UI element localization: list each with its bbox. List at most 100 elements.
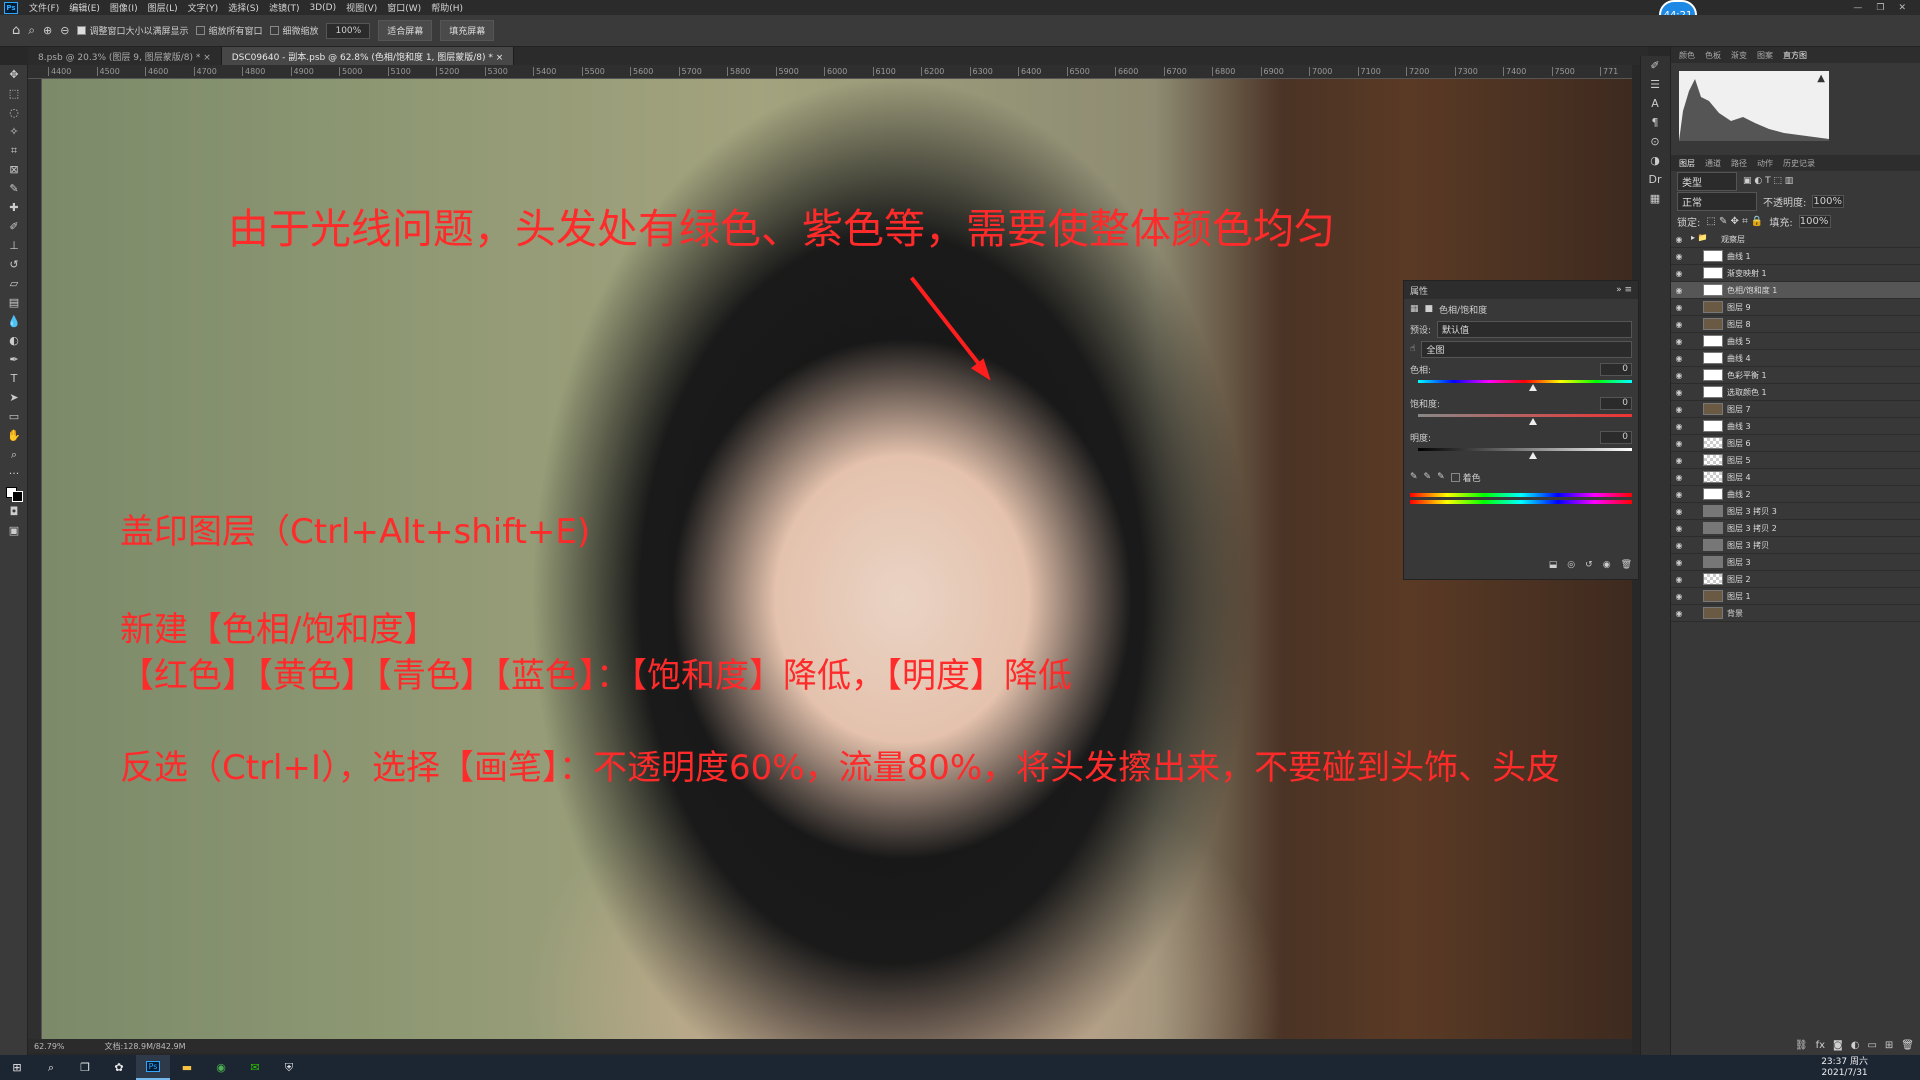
minimize-icon[interactable]: — — [1853, 3, 1862, 13]
tab-channels[interactable]: 通道 — [1705, 158, 1721, 169]
saturation-slider-thumb[interactable] — [1529, 418, 1537, 425]
new-layer-icon[interactable]: ⊞ — [1885, 1040, 1893, 1051]
layer-visibility-eye-icon[interactable]: ◉ — [1671, 337, 1687, 346]
layer-visibility-eye-icon[interactable]: ◉ — [1671, 439, 1687, 448]
menu-image[interactable]: 图像(I) — [105, 1, 143, 14]
adjust-sliders-icon[interactable]: ☰ — [1641, 75, 1669, 94]
tab-actions[interactable]: 动作 — [1757, 158, 1773, 169]
tab-swatches[interactable]: 色板 — [1705, 50, 1721, 61]
eyedropper-icon[interactable]: ✎ — [1410, 472, 1418, 482]
history-brush-tool-icon[interactable]: ↺ — [0, 255, 28, 274]
fx-icon[interactable]: fx — [1816, 1040, 1825, 1051]
delete-layer-icon[interactable]: 🗑 — [1901, 1040, 1914, 1051]
hue-slider[interactable] — [1418, 380, 1632, 391]
layer-visibility-eye-icon[interactable]: ◉ — [1671, 507, 1687, 516]
close-icon[interactable]: × — [496, 53, 504, 63]
clip-to-layer-icon[interactable]: ⬓ — [1549, 560, 1558, 570]
panel-menu-icon[interactable]: » ≡ — [1616, 285, 1632, 295]
plugin-dr-icon[interactable]: Dr — [1641, 170, 1669, 189]
layer-visibility-eye-icon[interactable]: ◉ — [1671, 541, 1687, 550]
menu-view[interactable]: 视图(V) — [341, 1, 382, 14]
mask-icon[interactable]: ■ — [1425, 304, 1434, 314]
layer-row[interactable]: ◉ 色彩平衡 1 — [1671, 367, 1920, 384]
photoshop-taskbar-icon[interactable]: Ps — [136, 1055, 170, 1080]
lightness-input[interactable]: 0 — [1600, 431, 1632, 444]
file-explorer-icon[interactable]: ▬ — [170, 1055, 204, 1080]
visibility-eye-icon[interactable]: ◉ — [1603, 560, 1611, 570]
opacity-input[interactable]: 100% — [1812, 194, 1845, 208]
layer-visibility-eye-icon[interactable]: ◉ — [1671, 269, 1687, 278]
adjustments-icon[interactable]: ◑ — [1641, 151, 1669, 170]
fill-screen-button[interactable]: 填充屏幕 — [440, 20, 495, 41]
blur-tool-icon[interactable]: 💧 — [0, 312, 28, 331]
layer-row[interactable]: ◉ 图层 3 拷贝 — [1671, 537, 1920, 554]
layer-row[interactable]: ◉ ▸ 📁 观察层 — [1671, 231, 1920, 248]
saturation-input[interactable]: 0 — [1600, 397, 1632, 410]
more-tools-icon[interactable]: ··· — [0, 464, 28, 483]
browser-icon[interactable]: ◉ — [204, 1055, 238, 1080]
layer-visibility-eye-icon[interactable]: ◉ — [1671, 303, 1687, 312]
new-adjustment-icon[interactable]: ◐ — [1851, 1040, 1860, 1051]
tab-gradients[interactable]: 渐变 — [1731, 50, 1747, 61]
reset-icon[interactable]: ↺ — [1585, 560, 1593, 570]
zoom-100-button[interactable]: 100% — [326, 22, 371, 39]
restore-icon[interactable]: ❐ — [1876, 3, 1884, 13]
view-previous-icon[interactable]: ◎ — [1567, 560, 1575, 570]
character-icon[interactable]: A — [1641, 94, 1669, 113]
status-doc-size[interactable]: 文档:128.9M/842.9M — [105, 1041, 186, 1052]
layer-row[interactable]: ◉ 图层 3 — [1671, 554, 1920, 571]
eyedropper-tool-icon[interactable]: ✎ — [0, 179, 28, 198]
fill-input[interactable]: 100% — [1798, 214, 1831, 228]
layer-row[interactable]: ◉ 图层 6 — [1671, 435, 1920, 452]
frame-tool-icon[interactable]: ⊠ — [0, 160, 28, 179]
eraser-tool-icon[interactable]: ▱ — [0, 274, 28, 293]
layer-visibility-eye-icon[interactable]: ◉ — [1671, 388, 1687, 397]
shape-tool-icon[interactable]: ▭ — [0, 407, 28, 426]
layer-row[interactable]: ◉ 曲线 2 — [1671, 486, 1920, 503]
screen-mode-icon[interactable]: ▣ — [0, 521, 28, 540]
navigator-icon[interactable]: ⊙ — [1641, 132, 1669, 151]
zoom-out-icon[interactable]: ⊖ — [60, 24, 69, 37]
close-icon[interactable]: × — [203, 53, 211, 63]
lasso-tool-icon[interactable]: ◌ — [0, 103, 28, 122]
hand-tool-icon[interactable]: ✋ — [0, 426, 28, 445]
filter-icons[interactable]: ▣ ◐ T ⬚ ▥ — [1743, 176, 1793, 186]
layer-row[interactable]: ◉ 曲线 1 — [1671, 248, 1920, 265]
type-tool-icon[interactable]: T — [0, 369, 28, 388]
zoom-tool-icon[interactable]: ⌕ — [0, 445, 28, 464]
link-layers-icon[interactable]: ⛓ — [1795, 1040, 1808, 1051]
task-view-icon[interactable]: ❐ — [68, 1055, 102, 1080]
layer-row[interactable]: ◉ 图层 8 — [1671, 316, 1920, 333]
app-launcher-icon[interactable]: ✿ — [102, 1055, 136, 1080]
move-tool-icon[interactable]: ✥ — [0, 65, 28, 84]
windows-start-icon[interactable]: ⊞ — [0, 1055, 34, 1080]
hue-slider-thumb[interactable] — [1529, 384, 1537, 391]
layer-visibility-eye-icon[interactable]: ◉ — [1671, 609, 1687, 618]
properties-header[interactable]: 属性 » ≡ — [1404, 281, 1638, 299]
layer-visibility-eye-icon[interactable]: ◉ — [1671, 252, 1687, 261]
menu-file[interactable]: 文件(F) — [24, 1, 64, 14]
pen-tool-icon[interactable]: ✒ — [0, 350, 28, 369]
layer-row[interactable]: ◉ 图层 9 — [1671, 299, 1920, 316]
layer-visibility-eye-icon[interactable]: ◉ — [1671, 524, 1687, 533]
layer-row[interactable]: ◉ 图层 7 — [1671, 401, 1920, 418]
hue-input[interactable]: 0 — [1600, 363, 1632, 376]
tab-histogram[interactable]: 直方图 — [1783, 50, 1807, 61]
tab-history[interactable]: 历史记录 — [1783, 158, 1815, 169]
menu-help[interactable]: 帮助(H) — [426, 1, 468, 14]
preset-select[interactable]: 默认值 — [1437, 320, 1632, 338]
crop-tool-icon[interactable]: ⌗ — [0, 141, 28, 160]
lightness-slider[interactable] — [1418, 448, 1632, 459]
layer-visibility-eye-icon[interactable]: ◉ — [1671, 320, 1687, 329]
layer-row[interactable]: ◉ 背景 — [1671, 605, 1920, 622]
resize-windows-checkbox[interactable]: 调整窗口大小以满屏显示 — [77, 24, 188, 37]
menu-filter[interactable]: 滤镜(T) — [264, 1, 305, 14]
system-clock[interactable]: 23:37 周六 2021/7/31 — [1821, 1057, 1868, 1079]
marquee-tool-icon[interactable]: ⬚ — [0, 84, 28, 103]
layer-row[interactable]: ◉ 曲线 4 — [1671, 350, 1920, 367]
layer-row[interactable]: ◉ 曲线 3 — [1671, 418, 1920, 435]
warning-icon[interactable]: ▲ — [1817, 73, 1825, 84]
dodge-tool-icon[interactable]: ◐ — [0, 331, 28, 350]
tab-layers[interactable]: 图层 — [1679, 158, 1695, 169]
menu-3d[interactable]: 3D(D) — [304, 3, 341, 13]
